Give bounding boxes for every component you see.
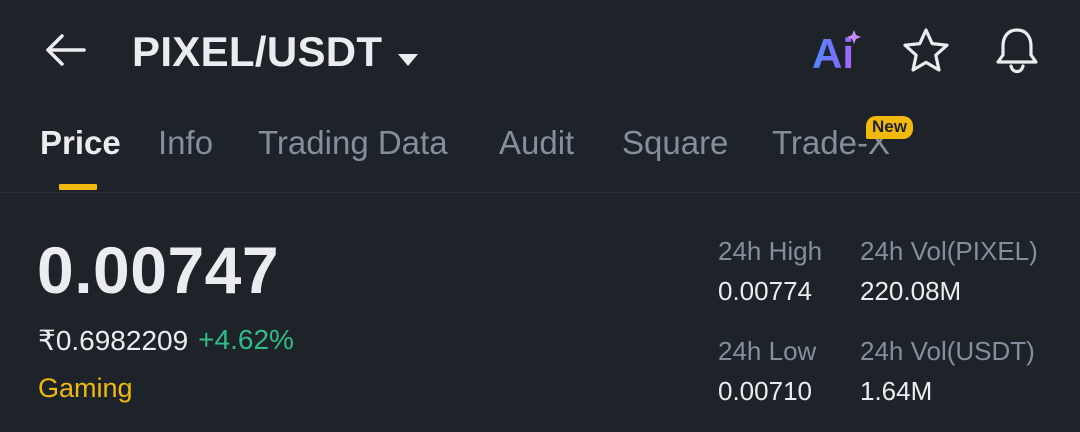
vol-quote-label: 24h Vol(USDT) [860,336,1035,366]
ai-icon: Ai [812,30,861,77]
high-value: 0.00774 [718,276,812,306]
tab-bar: Price Info Trading Data Audit Square Tra… [0,100,1080,193]
price-details: ₹0.6982209 +4.62% [38,324,294,357]
tab-price[interactable]: Price [40,124,121,162]
caret-down-icon [396,30,420,78]
vol-base-label: 24h Vol(PIXEL) [860,236,1038,266]
arrow-left-icon [46,34,86,66]
favorite-button[interactable] [900,26,952,76]
high-label: 24h High [718,236,823,266]
tab-square[interactable]: Square [622,124,728,162]
tab-trading-data[interactable]: Trading Data [258,124,448,162]
bell-icon [996,28,1038,74]
fiat-price: ₹0.6982209 [38,325,189,356]
low-value: 0.00710 [718,376,812,406]
pair-title: PIXEL/USDT [132,28,383,75]
alerts-button[interactable] [990,24,1044,76]
top-bar: PIXEL/USDT Ai [0,0,1080,100]
active-tab-indicator [59,184,97,190]
new-badge: New [866,116,913,139]
vol-base-value: 220.08M [860,276,962,306]
tab-info[interactable]: Info [158,124,213,162]
vol-quote-value: 1.64M [860,376,933,406]
price-change-percent: +4.62% [198,324,294,355]
ai-button[interactable]: Ai [810,24,870,77]
last-price: 0.00747 [37,233,280,307]
low-label: 24h Low [718,336,817,366]
pair-selector[interactable]: PIXEL/USDT [132,26,420,78]
star-icon [903,28,949,72]
tab-audit[interactable]: Audit [499,124,574,162]
back-button[interactable] [40,28,88,72]
category-tag[interactable]: Gaming [38,373,133,404]
